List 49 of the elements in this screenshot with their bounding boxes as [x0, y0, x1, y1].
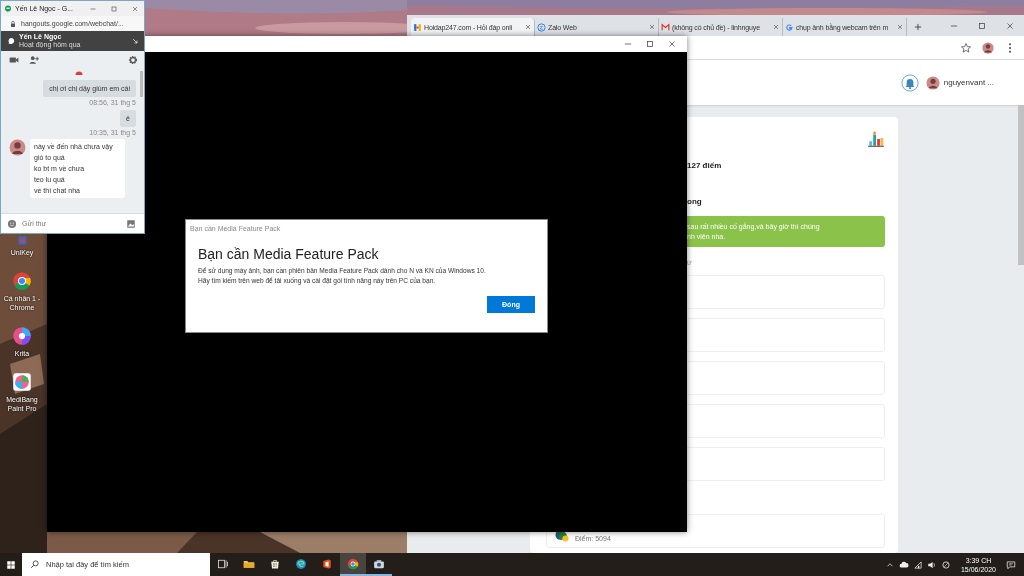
- bell-icon[interactable]: [900, 73, 919, 92]
- volume-icon[interactable]: [926, 559, 937, 570]
- avatar-icon: [9, 139, 26, 156]
- edge-icon: [295, 557, 307, 570]
- emoji-icon[interactable]: [7, 218, 17, 229]
- scrollbar[interactable]: [1018, 105, 1024, 265]
- search-icon: [30, 559, 40, 569]
- star-icon[interactable]: [960, 41, 972, 54]
- heading-text: ong: [687, 197, 703, 206]
- status-icon[interactable]: [940, 559, 951, 570]
- score-text: 127 điểm: [687, 161, 723, 170]
- site-favicon: [413, 22, 422, 32]
- settings-icon[interactable]: [128, 55, 138, 65]
- video-call-icon[interactable]: [9, 55, 19, 65]
- add-person-icon[interactable]: [29, 55, 39, 65]
- camera-icon: [373, 557, 385, 570]
- image-icon[interactable]: [126, 218, 136, 229]
- close-icon[interactable]: [131, 4, 139, 13]
- close-icon[interactable]: [772, 23, 780, 31]
- google-favicon: [785, 22, 794, 32]
- maximize-icon[interactable]: [977, 21, 987, 31]
- close-icon[interactable]: [648, 23, 656, 31]
- lock-icon: [9, 19, 17, 28]
- cloud-icon[interactable]: [898, 559, 909, 570]
- new-tab-icon[interactable]: [913, 22, 923, 32]
- store-bag-icon: [269, 557, 281, 570]
- chat-bubble-icon: [7, 37, 15, 45]
- maximize-icon[interactable]: [645, 39, 655, 49]
- notification-icon[interactable]: [1006, 559, 1016, 570]
- task-view-icon: [217, 557, 229, 570]
- close-icon[interactable]: [667, 39, 677, 49]
- user-name-link[interactable]: nguyenvant ...: [943, 78, 994, 87]
- scrollbar[interactable]: [140, 71, 143, 97]
- windows-icon: [6, 559, 16, 570]
- office-icon: [321, 557, 333, 570]
- dialog-title: Bạn cần Media Feature Pack: [198, 246, 380, 262]
- network-icon[interactable]: [912, 559, 923, 570]
- close-icon[interactable]: [524, 23, 532, 31]
- avatar-icon[interactable]: [925, 75, 940, 90]
- chat-favicon: [537, 22, 546, 32]
- close-icon[interactable]: [1005, 21, 1015, 31]
- hangouts-icon: [4, 4, 12, 13]
- ranking-chart-icon: [867, 130, 885, 148]
- chrome-icon: [347, 557, 359, 570]
- avatar-icon[interactable]: [982, 41, 994, 54]
- collapse-icon[interactable]: [131, 37, 139, 45]
- loading-icon: [73, 69, 85, 77]
- close-icon[interactable]: [896, 23, 904, 31]
- mail-favicon: [661, 22, 670, 32]
